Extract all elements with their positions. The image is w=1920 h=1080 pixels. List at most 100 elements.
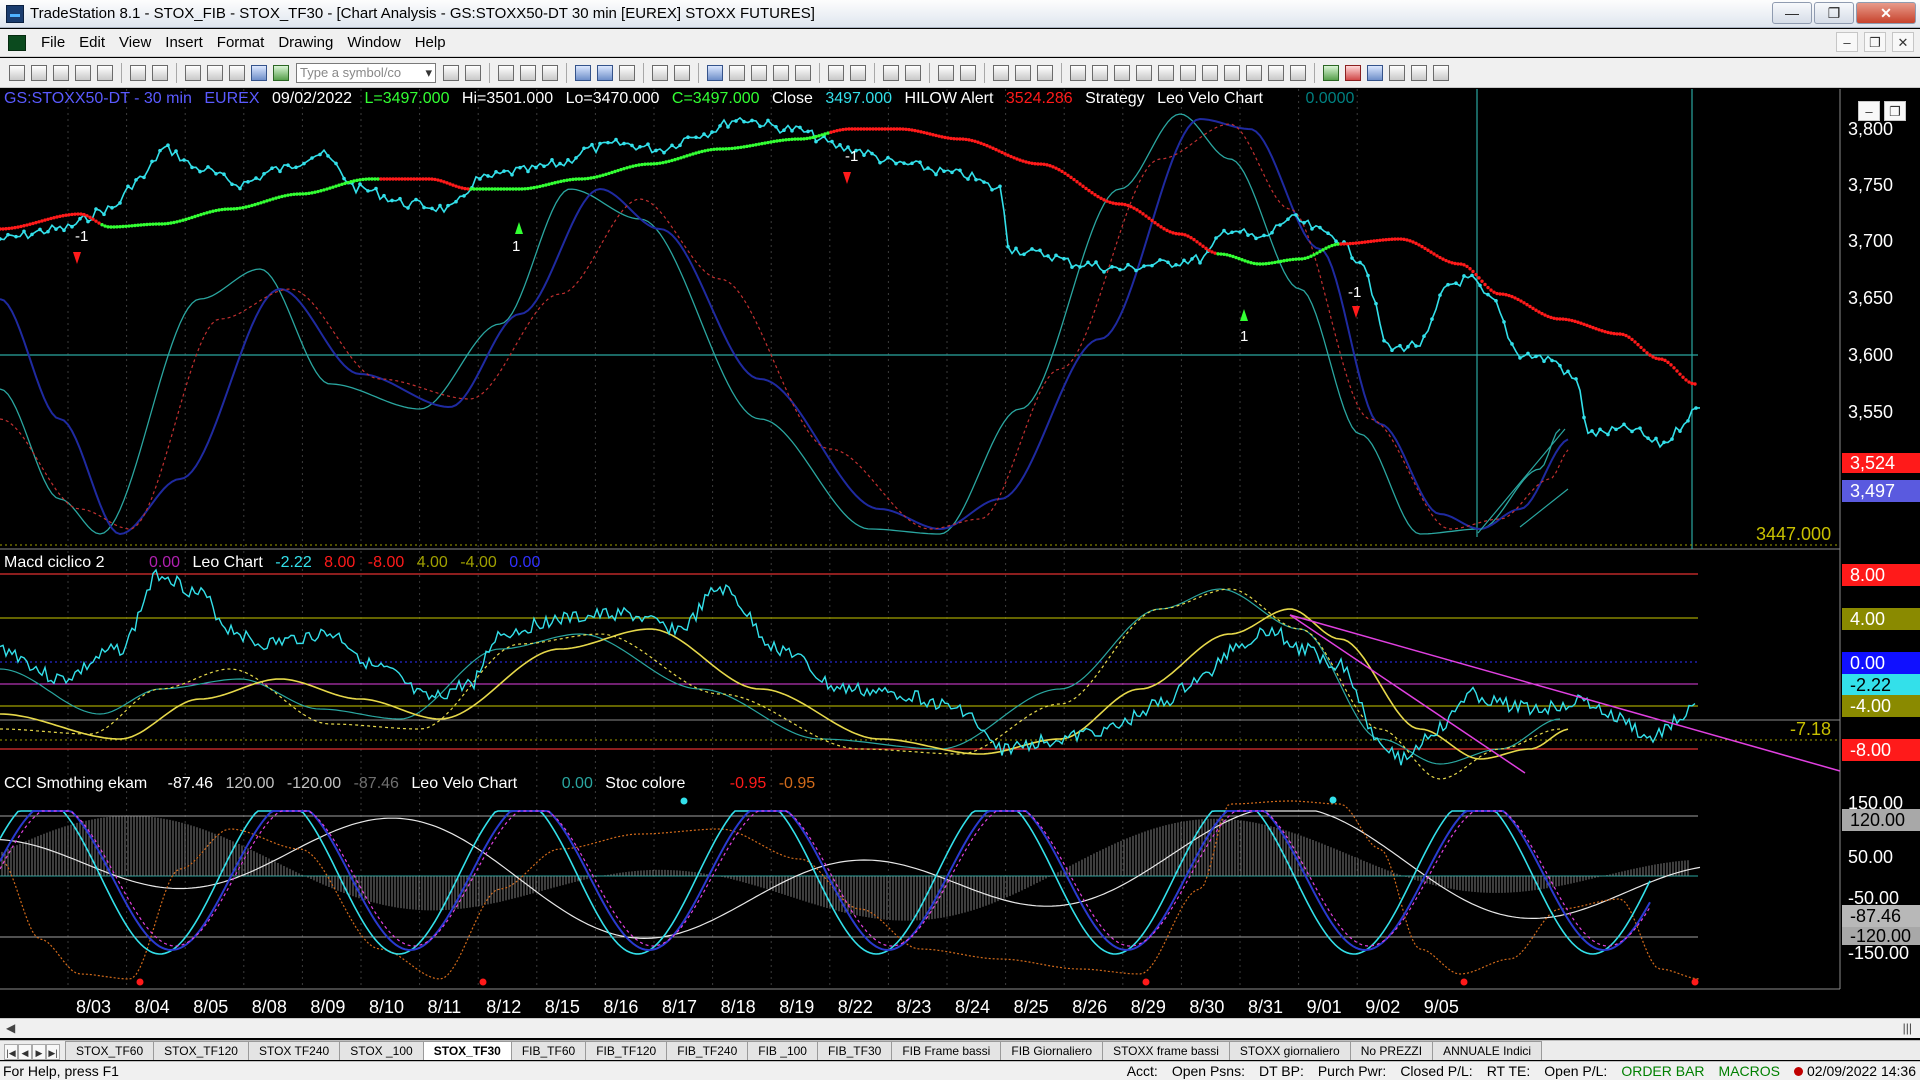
scroll-left-icon[interactable]: ◀ — [6, 1021, 15, 1035]
gann-fan-icon[interactable] — [1180, 64, 1196, 81]
arrow-down-icon[interactable] — [1345, 64, 1361, 81]
scanner-icon[interactable] — [652, 64, 668, 81]
hammer-icon[interactable] — [993, 64, 1009, 81]
arrow-up-icon[interactable] — [1323, 64, 1339, 81]
workspace-tab[interactable]: STOX_TF30 — [422, 1041, 512, 1060]
link-icon[interactable] — [251, 64, 267, 81]
table-icon[interactable] — [542, 64, 558, 81]
workspace-tab[interactable]: FIB Frame bassi — [891, 1041, 1002, 1060]
workspace-tab[interactable]: STOX TF240 — [247, 1041, 341, 1060]
zoom-in-icon[interactable] — [883, 64, 899, 81]
menu-window[interactable]: Window — [340, 34, 407, 51]
pointer-icon[interactable] — [938, 64, 954, 81]
workspace-tab[interactable]: STOX_TF120 — [153, 1041, 249, 1060]
quote-icon[interactable] — [729, 64, 745, 81]
price-dot — [1174, 262, 1178, 267]
ellipse-icon[interactable] — [1389, 64, 1405, 81]
trendline-icon[interactable] — [1070, 64, 1086, 81]
print-icon[interactable] — [130, 64, 146, 81]
menu-file[interactable]: File — [34, 34, 72, 51]
andrews-pitchfork-icon[interactable] — [1202, 64, 1218, 81]
bar-width-icon[interactable] — [850, 64, 866, 81]
first-tab-icon[interactable]: |◀ — [4, 1044, 18, 1060]
menu-insert[interactable]: Insert — [158, 34, 210, 51]
bar-chart-icon[interactable] — [751, 64, 767, 81]
rectangle-icon[interactable] — [1411, 64, 1427, 81]
doc-restore-button[interactable]: ❐ — [1864, 32, 1886, 52]
folder-icon[interactable] — [97, 64, 113, 81]
tick-icon[interactable] — [795, 64, 811, 81]
grid-icon[interactable] — [520, 64, 536, 81]
scroll-thumb-icon[interactable]: ||| — [1903, 1021, 1912, 1035]
chart-analysis-window[interactable]: -1 1 -1 1 -1 3,800 3,750 3,700 3,650 3,6… — [0, 89, 1920, 1023]
close-button[interactable]: ✕ — [1856, 2, 1916, 24]
speed-lines-icon[interactable] — [1224, 64, 1240, 81]
horizontal-scrollbar[interactable]: ◀ ||| — [0, 1018, 1920, 1038]
chart-minimize-button[interactable]: – — [1858, 101, 1880, 121]
chart-icon[interactable] — [575, 64, 591, 81]
open-folder-icon[interactable] — [31, 64, 47, 81]
workspace-tab[interactable]: STOX _100 — [339, 1041, 424, 1060]
workspace-tab[interactable]: FIB _100 — [747, 1041, 818, 1060]
order-bar-button[interactable]: ORDER BAR — [1621, 1063, 1704, 1079]
save-icon[interactable] — [53, 64, 69, 81]
workspace-tab[interactable]: FIB_TF30 — [816, 1041, 893, 1060]
paste-icon[interactable] — [207, 64, 223, 81]
prev-tab-icon[interactable]: ◀ — [18, 1044, 32, 1060]
arrow-blue-up-icon[interactable] — [1367, 64, 1383, 81]
window-icon[interactable] — [498, 64, 514, 81]
maximize-button[interactable]: ❐ — [1814, 2, 1854, 24]
multichart-icon[interactable] — [597, 64, 613, 81]
chart-document-icon[interactable] — [8, 34, 26, 51]
doc-minimize-button[interactable]: – — [1836, 32, 1858, 52]
new-file-icon[interactable] — [9, 64, 25, 81]
menu-format[interactable]: Format — [210, 34, 272, 51]
workspace-tab[interactable]: STOXX frame bassi — [1102, 1041, 1230, 1060]
pencil-icon[interactable] — [1290, 64, 1306, 81]
bar-spacing-icon[interactable] — [828, 64, 844, 81]
globe-icon[interactable] — [273, 64, 289, 81]
hilow-dot — [325, 187, 329, 191]
workspace-tab[interactable]: FIB_TF60 — [510, 1041, 587, 1060]
options-icon[interactable] — [707, 64, 723, 81]
symbol-lookup-icon[interactable] — [465, 64, 481, 81]
save-all-icon[interactable] — [75, 64, 91, 81]
menu-view[interactable]: View — [112, 34, 158, 51]
regression-icon[interactable] — [1246, 64, 1262, 81]
minimize-button[interactable]: — — [1772, 2, 1812, 24]
workspace-tab[interactable]: FIB_TF120 — [585, 1041, 668, 1060]
play-arrow-icon[interactable] — [443, 64, 459, 81]
price-dot — [1526, 351, 1530, 356]
parallel-lines-icon[interactable] — [1092, 64, 1108, 81]
symbol-input[interactable]: Type a symbol/co — [296, 62, 436, 83]
matrix-icon[interactable] — [674, 64, 690, 81]
arc-icon[interactable] — [1268, 64, 1284, 81]
crosshair-icon[interactable] — [960, 64, 976, 81]
horizontal-line-icon[interactable] — [1114, 64, 1130, 81]
workspace-tab[interactable]: No PREZZI — [1349, 1041, 1434, 1060]
macros-button[interactable]: MACROS — [1719, 1063, 1780, 1079]
copy-icon[interactable] — [185, 64, 201, 81]
doc-close-button[interactable]: ✕ — [1892, 32, 1914, 52]
text-tool-icon[interactable] — [1433, 64, 1449, 81]
lock-icon[interactable] — [229, 64, 245, 81]
scroll-icon[interactable] — [1037, 64, 1053, 81]
workspace-tab[interactable]: FIB_TF240 — [666, 1041, 749, 1060]
menu-edit[interactable]: Edit — [72, 34, 112, 51]
print-preview-icon[interactable] — [152, 64, 168, 81]
properties-icon[interactable] — [1015, 64, 1031, 81]
last-tab-icon[interactable]: ▶| — [46, 1044, 60, 1060]
workspace-tab[interactable]: FIB Giornaliero — [1000, 1041, 1104, 1060]
menu-drawing[interactable]: Drawing — [271, 34, 340, 51]
workspace-tab[interactable]: STOXX giornaliero — [1228, 1041, 1351, 1060]
zoom-out-icon[interactable] — [905, 64, 921, 81]
fibonacci-icon[interactable] — [1158, 64, 1174, 81]
chart-restore-button[interactable]: ❐ — [1884, 101, 1906, 121]
candles-icon[interactable] — [773, 64, 789, 81]
vertical-line-icon[interactable] — [1136, 64, 1152, 81]
menu-help[interactable]: Help — [408, 34, 453, 51]
next-tab-icon[interactable]: ▶ — [32, 1044, 46, 1060]
workspace-tab[interactable]: STOX_TF60 — [65, 1041, 155, 1060]
workspace-tab[interactable]: ANNUALE Indici — [1432, 1041, 1543, 1060]
radar-icon[interactable] — [619, 64, 635, 81]
